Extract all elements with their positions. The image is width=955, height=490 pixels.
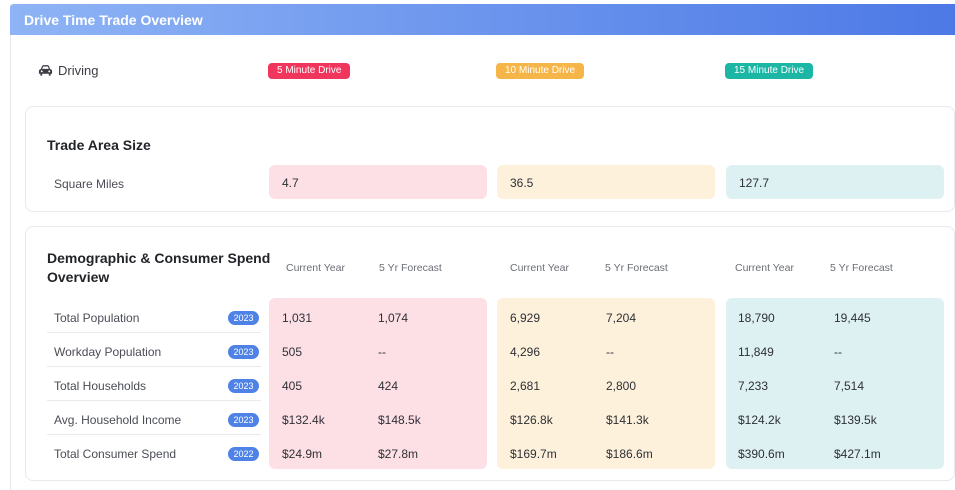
total-population-forecast-15: 19,445 bbox=[834, 311, 871, 325]
driving-label: Driving bbox=[58, 63, 99, 78]
total-population-current-10: 6,929 bbox=[510, 311, 541, 325]
total-households-current-10: 2,681 bbox=[510, 379, 541, 393]
row-divider bbox=[47, 332, 261, 333]
avg-household-income-forecast-15: $139.5k bbox=[834, 413, 877, 427]
total-consumer-spend-forecast-10: $186.6m bbox=[606, 447, 653, 461]
square-miles-15: 127.7 bbox=[739, 176, 770, 190]
demographics-title: Demographic & Consumer Spend Overview bbox=[47, 249, 270, 287]
total-households-current-15: 7,233 bbox=[738, 379, 769, 393]
page-title: Drive Time Trade Overview bbox=[24, 12, 203, 28]
total-consumer-spend-current-10: $169.7m bbox=[510, 447, 557, 461]
avg-household-income-forecast-10: $141.3k bbox=[606, 413, 649, 427]
year-badge: 2023 bbox=[228, 413, 259, 427]
panel-header: Drive Time Trade Overview bbox=[10, 4, 955, 35]
col-current-15: Current Year bbox=[735, 262, 794, 274]
row-label-total-consumer-spend: Total Consumer Spend bbox=[54, 447, 177, 461]
total-population-forecast-5: 1,074 bbox=[378, 311, 409, 325]
col-current-5: Current Year bbox=[286, 262, 345, 274]
year-badge: 2023 bbox=[228, 311, 259, 325]
workday-population-current-15: 11,849 bbox=[738, 345, 774, 359]
car-icon bbox=[38, 65, 53, 76]
year-badge: 2023 bbox=[228, 345, 259, 359]
row-divider bbox=[47, 366, 261, 367]
row-divider bbox=[47, 400, 261, 401]
year-badge: 2023 bbox=[228, 379, 259, 393]
row-label-avg-household-income: Avg. Household Income bbox=[54, 413, 182, 427]
avg-household-income-current-10: $126.8k bbox=[510, 413, 553, 427]
trade-area-card: Trade Area Size Square Miles 4.7 36.5 12… bbox=[25, 106, 955, 212]
workday-population-forecast-10: -- bbox=[606, 345, 614, 359]
drive-time-10-badge[interactable]: 10 Minute Drive bbox=[496, 63, 585, 79]
square-miles-label: Square Miles bbox=[54, 177, 125, 191]
workday-population-current-5: 505 bbox=[282, 345, 303, 359]
total-consumer-spend-current-15: $390.6m bbox=[738, 447, 785, 461]
drive-time-15-badge[interactable]: 15 Minute Drive bbox=[725, 63, 814, 79]
total-population-current-15: 18,790 bbox=[738, 311, 775, 325]
square-miles-cell-5: 4.7 bbox=[269, 165, 487, 199]
workday-population-forecast-5: -- bbox=[378, 345, 386, 359]
total-consumer-spend-forecast-15: $427.1m bbox=[834, 447, 881, 461]
square-miles-5: 4.7 bbox=[282, 176, 299, 190]
drive-time-5-badge[interactable]: 5 Minute Drive bbox=[268, 63, 351, 79]
col-forecast-10: 5 Yr Forecast bbox=[605, 262, 668, 274]
row-label-total-population: Total Population bbox=[54, 311, 140, 325]
total-households-forecast-15: 7,514 bbox=[834, 379, 865, 393]
demographics-title-line2: Overview bbox=[47, 269, 110, 285]
workday-population-forecast-15: -- bbox=[834, 345, 842, 359]
total-households-forecast-5: 424 bbox=[378, 379, 399, 393]
square-miles-cell-15: 127.7 bbox=[726, 165, 944, 199]
total-households-forecast-10: 2,800 bbox=[606, 379, 637, 393]
trade-area-title: Trade Area Size bbox=[47, 137, 151, 153]
square-miles-cell-10: 36.5 bbox=[497, 165, 715, 199]
total-households-current-5: 405 bbox=[282, 379, 303, 393]
demographics-title-line1: Demographic & Consumer Spend bbox=[47, 250, 271, 266]
col-current-10: Current Year bbox=[510, 262, 569, 274]
total-population-current-5: 1,031 bbox=[282, 311, 313, 325]
row-label-workday-population: Workday Population bbox=[54, 345, 162, 359]
demographics-card: Demographic & Consumer Spend Overview Cu… bbox=[25, 226, 955, 481]
row-label-total-households: Total Households bbox=[54, 379, 147, 393]
col-forecast-5: 5 Yr Forecast bbox=[379, 262, 442, 274]
avg-household-income-forecast-5: $148.5k bbox=[378, 413, 421, 427]
avg-household-income-current-15: $124.2k bbox=[738, 413, 781, 427]
square-miles-10: 36.5 bbox=[510, 176, 534, 190]
total-consumer-spend-current-5: $24.9m bbox=[282, 447, 323, 461]
workday-population-current-10: 4,296 bbox=[510, 345, 541, 359]
driving-mode: Driving bbox=[38, 63, 98, 78]
col-forecast-15: 5 Yr Forecast bbox=[830, 262, 893, 274]
row-divider bbox=[47, 434, 261, 435]
year-badge: 2022 bbox=[228, 447, 259, 461]
total-consumer-spend-forecast-5: $27.8m bbox=[378, 447, 419, 461]
avg-household-income-current-5: $132.4k bbox=[282, 413, 325, 427]
total-population-forecast-10: 7,204 bbox=[606, 311, 637, 325]
